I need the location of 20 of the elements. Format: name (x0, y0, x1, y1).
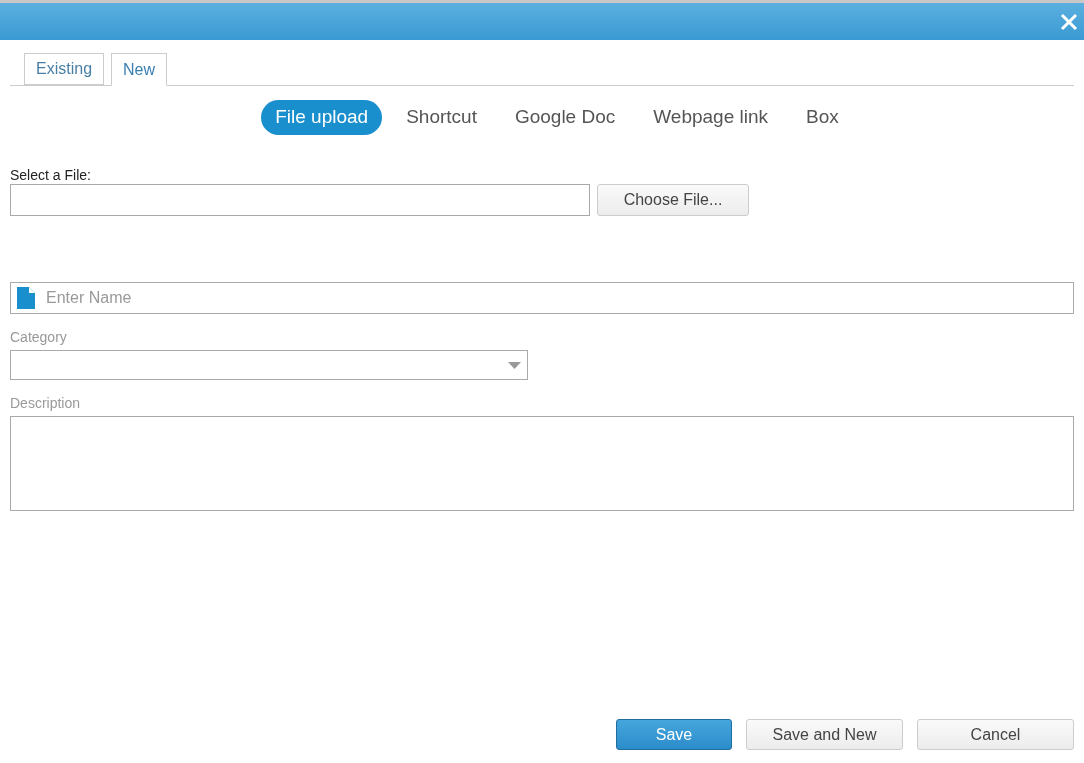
tab[interactable]: New (111, 53, 168, 86)
description-field[interactable] (10, 416, 1074, 511)
dialog-button[interactable]: Save and New (746, 719, 903, 750)
description-label: Description (10, 395, 82, 411)
source-tab[interactable]: Google Doc (500, 100, 630, 135)
name-field[interactable]: Enter Name (10, 282, 1074, 314)
source-tab[interactable]: File upload (261, 100, 383, 135)
dropdown-caret-icon (508, 361, 521, 369)
source-tab[interactable]: Shortcut (392, 100, 491, 135)
close-icon[interactable] (1060, 12, 1078, 31)
source-tab[interactable]: Webpage link (639, 100, 783, 135)
category-dropdown[interactable] (10, 350, 528, 380)
tab[interactable]: Existing (24, 53, 105, 85)
category-label: Category (10, 329, 68, 345)
document-icon (17, 287, 35, 309)
choose-file-button[interactable]: Choose File... (597, 184, 749, 216)
source-tab[interactable]: Box (792, 100, 853, 135)
select-file-label: Select a File: (10, 167, 92, 183)
file-path-field[interactable] (10, 184, 590, 216)
dialog-button[interactable]: Cancel (917, 719, 1074, 750)
